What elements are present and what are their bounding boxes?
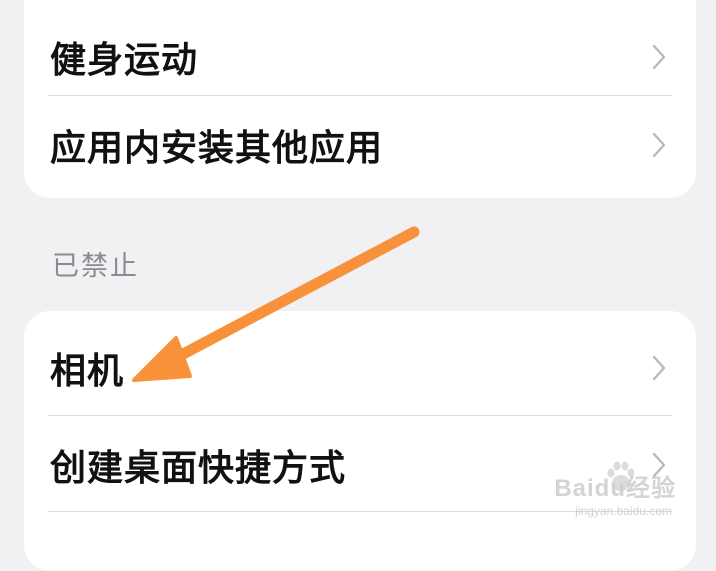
chevron-right-icon <box>652 44 666 70</box>
allowed-apps-card: 健身运动 应用内安装其他应用 <box>24 0 696 198</box>
divider <box>48 511 672 512</box>
chevron-right-icon <box>652 452 666 478</box>
chevron-right-icon <box>652 355 666 381</box>
list-item-create-desktop-shortcut[interactable]: 创建桌面快捷方式 <box>24 416 696 514</box>
chevron-right-icon <box>652 132 666 158</box>
list-item-fitness[interactable]: 健身运动 <box>24 8 696 106</box>
list-item-label: 相机 <box>50 350 125 392</box>
list-item-label: 创建桌面快捷方式 <box>50 447 347 489</box>
list-item-label: 应用内安装其他应用 <box>50 127 384 169</box>
list-item-label: 健身运动 <box>50 39 199 81</box>
section-header-forbidden: 已禁止 <box>52 251 139 282</box>
list-item-camera[interactable]: 相机 <box>24 319 696 417</box>
forbidden-apps-card: 相机 创建桌面快捷方式 <box>24 311 696 571</box>
list-item-install-other-apps[interactable]: 应用内安装其他应用 <box>24 96 696 194</box>
